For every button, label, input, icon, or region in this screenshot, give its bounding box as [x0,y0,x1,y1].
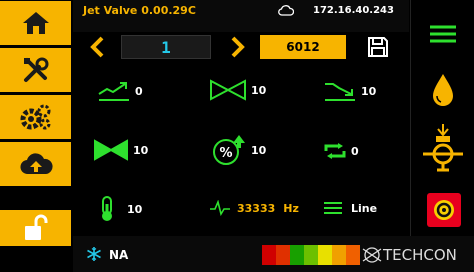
unlock-button[interactable] [0,210,71,246]
valve-selector: 1 6012 [73,32,409,62]
emergency-stop-button[interactable] [427,193,461,227]
snowflake-icon [87,247,101,261]
status-header: Jet Valve 0.00.29C 172.16.40.243 [73,0,409,32]
metrics-panel: 0 10 10 10 % 10 0 10 33333 Hz Line [73,62,409,234]
emergency-stop-icon [434,200,454,220]
valve-closed-value: 10 [133,143,149,157]
percent-metric[interactable]: % 10 [209,134,266,166]
pulse-icon [210,200,230,216]
valve-closed-metric[interactable]: 10 [93,139,148,161]
valve-actuator-icon[interactable] [421,122,465,172]
tools-button[interactable] [0,48,71,92]
rise-metric[interactable]: 0 [97,80,143,102]
snow-value: NA [109,248,129,262]
settings-button[interactable] [0,95,71,139]
repeat-icon [324,143,346,159]
home-icon [22,12,49,34]
cycle-metric[interactable]: 0 [323,142,359,160]
frequency-metric[interactable]: 33333 Hz [209,200,299,216]
home-button[interactable] [0,1,71,45]
mode-metric[interactable]: Line [323,200,377,216]
valve-index: 1 [121,35,211,59]
thermometer-icon [102,196,112,221]
brand-name: TECHCON [383,246,457,264]
svg-text:%: % [219,146,232,161]
fall-metric[interactable]: 10 [323,80,376,102]
gears-icon [20,104,50,130]
device-title: Jet Valve 0.00.29C [83,4,196,17]
right-panel [410,0,474,272]
valve-closed-icon [94,139,128,161]
left-sidebar [0,0,72,272]
unlock-icon [24,214,47,240]
temperature-metric[interactable]: 10 [97,195,142,223]
trend-up-icon [98,82,129,101]
level-segment [290,245,304,265]
menu-lines-icon [324,202,342,214]
level-segment [276,245,290,265]
fluid-drop-icon [433,74,453,106]
chevron-left-icon[interactable] [87,35,107,59]
cloud-upload-button[interactable] [0,142,71,186]
hamburger-menu-icon[interactable] [429,24,457,44]
frequency-unit: Hz [283,201,299,215]
temperature-value: 10 [127,202,143,216]
valve-open-metric[interactable]: 10 [209,79,266,101]
percent-up-icon: % [213,135,245,165]
mode-value: Line [351,201,378,215]
cycle-value: 0 [351,144,359,158]
trend-down-icon [325,83,355,101]
ip-address: 172.16.40.243 [313,5,394,16]
percent-value: 10 [251,143,267,157]
level-segment [346,245,360,265]
techcon-logo-icon [362,247,382,263]
level-indicator [262,245,360,265]
status-footer: NA TECHCON [73,236,474,272]
level-segment [332,245,346,265]
valve-open-value: 10 [251,83,267,97]
save-icon[interactable] [366,35,390,59]
rise-value: 0 [135,84,143,98]
level-segment [262,245,276,265]
level-segment [318,245,332,265]
level-segment [304,245,318,265]
chevron-right-icon[interactable] [228,35,248,59]
cloud-icon [278,5,294,16]
valve-open-icon [210,79,246,101]
cloud-upload-icon [19,153,53,175]
valve-id-field[interactable]: 6012 [260,35,346,59]
frequency-value: 33333 [237,201,276,215]
fall-value: 10 [361,84,377,98]
tools-icon [23,57,48,82]
